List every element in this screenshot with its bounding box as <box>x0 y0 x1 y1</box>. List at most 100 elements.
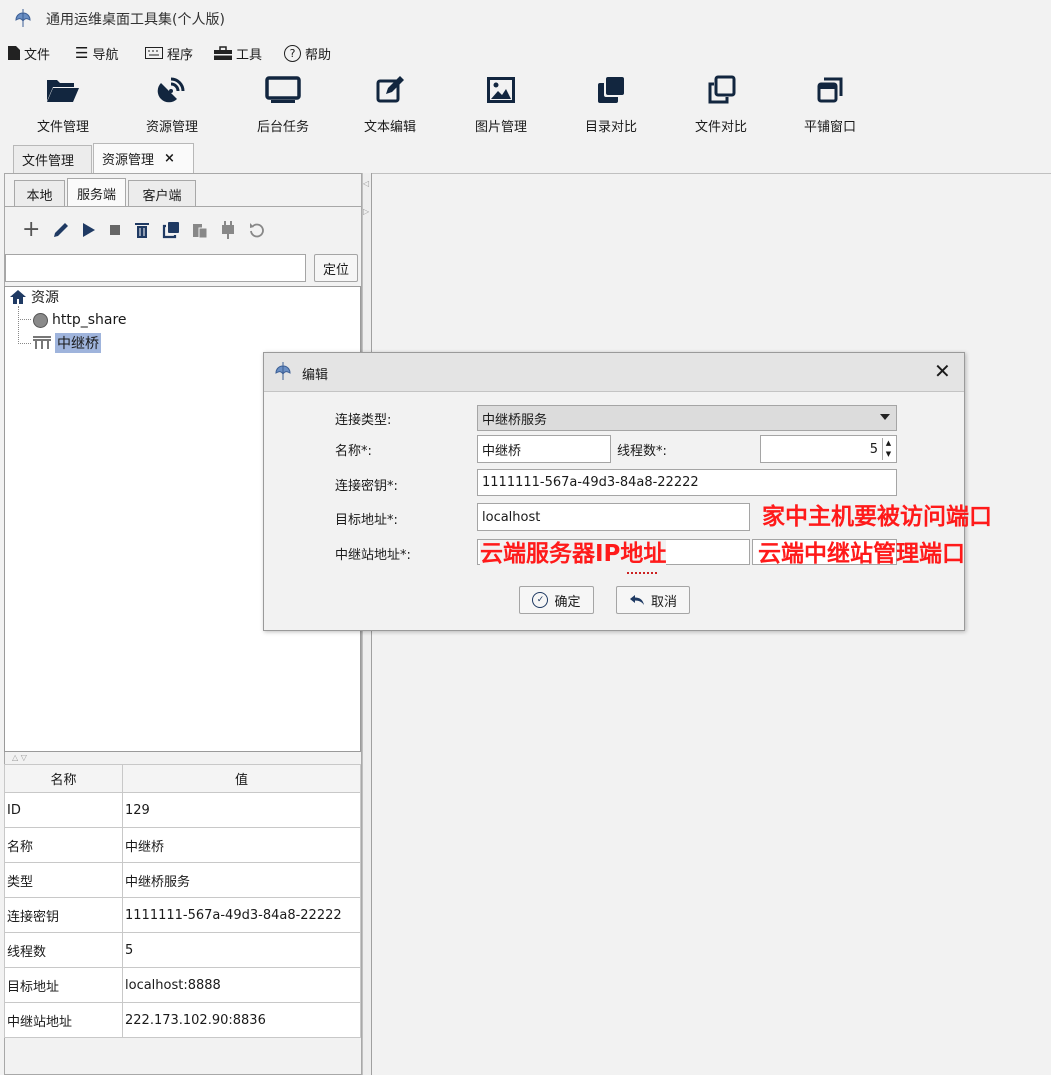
menu-tools[interactable]: 工具 <box>214 43 262 63</box>
threads-stepper[interactable]: 5 ▲ ▼ <box>760 435 897 463</box>
locate-button-label: 定位 <box>322 262 349 278</box>
toolbar-file-manager-button[interactable]: 文件管理 <box>23 68 103 140</box>
toolbar: 文件管理 资源管理 后台任务 文本编辑 图片管理 目录对比 文件对比 平铺窗口 <box>0 68 1051 142</box>
name-input[interactable]: 中继桥 <box>477 435 611 463</box>
conn-type-value: 中继桥服务 <box>482 412 548 428</box>
expand-right-icon[interactable]: ▷ <box>363 207 369 216</box>
tree-item-http-share-label: http_share <box>52 312 127 328</box>
tree-item-relay-bridge-label: 中继桥 <box>55 333 101 353</box>
tab-close-icon[interactable]: × <box>164 151 175 166</box>
trash-icon[interactable] <box>134 221 150 239</box>
tab-local-label: 本地 <box>26 188 53 204</box>
cell-value: 5 <box>122 932 361 968</box>
toolbar-background-tasks-button[interactable]: 后台任务 <box>243 68 323 140</box>
clone-outline-icon <box>706 68 736 112</box>
file-icon <box>8 46 20 60</box>
cell-name: 目标地址 <box>4 967 123 1003</box>
cell-value: localhost:8888 <box>122 967 361 1003</box>
refresh-icon[interactable] <box>248 221 266 239</box>
toolbar-text-edit-button[interactable]: 文本编辑 <box>350 68 430 140</box>
spinner-arrows-icon[interactable]: ▲ ▼ <box>882 438 894 460</box>
cell-name: 中继站地址 <box>4 1002 123 1038</box>
cancel-button-label: 取消 <box>650 594 677 610</box>
play-icon[interactable] <box>82 222 96 238</box>
toolbar-file-compare-button[interactable]: 文件对比 <box>681 68 761 140</box>
table-row[interactable]: ID 129 <box>4 792 361 828</box>
bridge-icon <box>33 336 51 349</box>
menu-nav[interactable]: ☰ 导航 <box>75 43 118 63</box>
tree-item-relay-bridge[interactable]: 中继桥 <box>33 333 101 353</box>
tab-client[interactable]: 客户端 <box>128 180 196 207</box>
toolbar-image-manager-button[interactable]: 图片管理 <box>461 68 541 140</box>
search-input[interactable] <box>5 254 306 282</box>
cell-value: 中继桥 <box>122 827 361 863</box>
key-label: 连接密钥*: <box>335 479 398 494</box>
table-row[interactable]: 连接密钥 1111111-567a-49d3-84a8-22222 <box>4 897 361 933</box>
relay-label: 中继站地址*: <box>335 548 411 563</box>
table-row[interactable]: 类型 中继桥服务 <box>4 862 361 898</box>
spellcheck-underline <box>627 572 657 574</box>
copy-icon[interactable] <box>162 221 180 239</box>
table-row[interactable]: 名称 中继桥 <box>4 827 361 863</box>
table-row[interactable]: 中继站地址 222.173.102.90:8836 <box>4 1002 361 1038</box>
cell-name: 连接密钥 <box>4 897 123 933</box>
cell-name: 名称 <box>4 827 123 863</box>
target-input[interactable]: localhost <box>477 503 750 531</box>
pencil-icon[interactable] <box>52 221 70 239</box>
tree-item-http-share[interactable]: http_share <box>33 310 127 330</box>
app-logo-icon <box>12 7 34 33</box>
tree-line <box>18 343 31 345</box>
tree-root[interactable]: 资源 <box>9 287 59 307</box>
dialog-close-icon[interactable]: ✕ <box>934 359 951 383</box>
column-header-value: 值 <box>122 764 361 793</box>
tab-file-manager[interactable]: 文件管理 <box>13 145 92 173</box>
image-icon <box>487 68 515 112</box>
menu-file[interactable]: 文件 <box>8 43 50 63</box>
tab-server-label: 服务端 <box>76 187 116 203</box>
ok-button-label: 确定 <box>554 594 581 610</box>
tab-file-manager-label: 文件管理 <box>22 154 75 169</box>
collapse-arrows-icon[interactable]: △ ▽ <box>12 753 27 762</box>
folder-open-icon <box>46 68 80 112</box>
menu-bars-icon: ☰ <box>75 44 89 62</box>
plug-icon[interactable] <box>220 221 236 239</box>
toolbar-tile-windows-label: 平铺窗口 <box>803 120 856 135</box>
toolbar-resource-manager-button[interactable]: 资源管理 <box>132 68 212 140</box>
threads-value: 5 <box>869 441 878 457</box>
toolbar-dir-compare-button[interactable]: 目录对比 <box>571 68 651 140</box>
dialog-title-bar: 编辑 ✕ <box>264 353 964 392</box>
cell-value: 222.173.102.90:8836 <box>122 1002 361 1038</box>
cancel-button[interactable]: 取消 <box>616 586 690 614</box>
toolbar-text-edit-label: 文本编辑 <box>363 120 416 135</box>
tab-resource-manager-label: 资源管理 <box>102 153 155 168</box>
tab-local[interactable]: 本地 <box>14 180 65 207</box>
add-icon[interactable]: + <box>22 219 40 241</box>
monitor-icon <box>265 68 301 112</box>
tab-resource-manager[interactable]: 资源管理 × <box>93 143 194 173</box>
help-circle-icon: ? <box>284 44 301 62</box>
cell-name: ID <box>4 792 123 828</box>
check-circle-icon: ✓ <box>532 592 549 608</box>
window-title: 通用运维桌面工具集(个人版) <box>46 12 225 28</box>
conn-type-select[interactable]: 中继桥服务 <box>477 405 897 431</box>
table-header-row: 名称 值 <box>4 764 361 793</box>
menu-help[interactable]: ? 帮助 <box>284 43 331 63</box>
tab-server[interactable]: 服务端 <box>67 178 126 207</box>
ok-button[interactable]: ✓ 确定 <box>519 586 594 614</box>
undo-arrow-icon <box>629 595 644 605</box>
table-row[interactable]: 目标地址 localhost:8888 <box>4 967 361 1003</box>
window-restore-icon <box>816 68 844 112</box>
paste-icon[interactable] <box>192 221 208 239</box>
menu-file-label: 文件 <box>24 47 51 63</box>
stop-icon[interactable] <box>108 223 122 237</box>
menu-program[interactable]: 程序 <box>145 43 193 63</box>
key-input[interactable]: 1111111-567a-49d3-84a8-22222 <box>477 469 897 496</box>
home-icon <box>10 290 26 304</box>
locate-button[interactable]: 定位 <box>314 254 358 282</box>
table-row[interactable]: 线程数 5 <box>4 932 361 968</box>
menu-program-label: 程序 <box>167 47 194 63</box>
collapse-left-icon[interactable]: ◁ <box>363 179 369 188</box>
edit-icon <box>376 68 404 112</box>
toolbar-tile-windows-button[interactable]: 平铺窗口 <box>790 68 870 140</box>
dialog-title: 编辑 <box>302 368 329 383</box>
